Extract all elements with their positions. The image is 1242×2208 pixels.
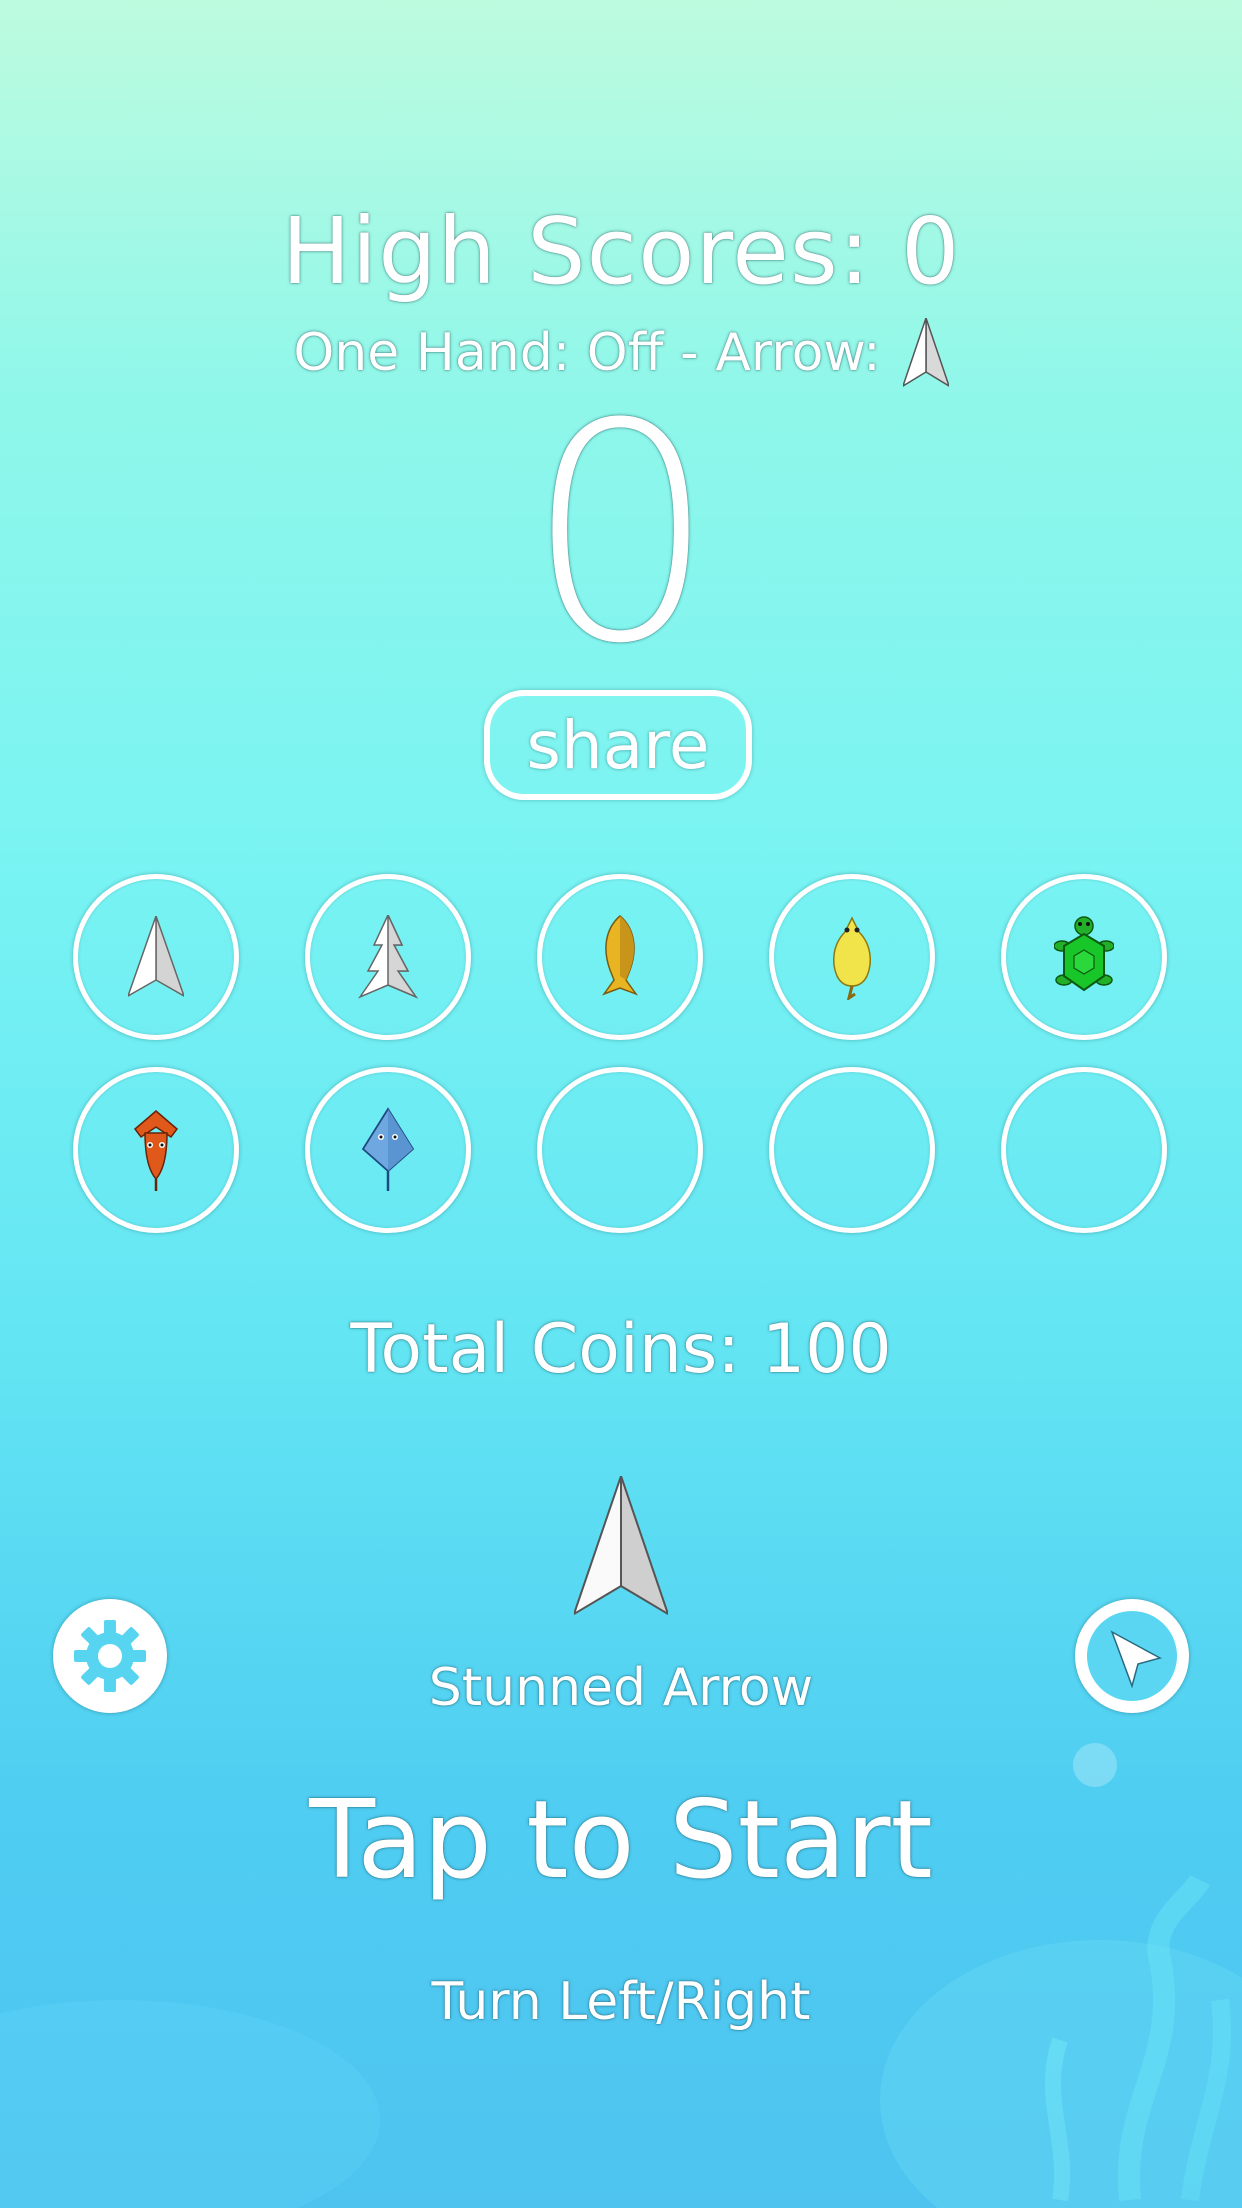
yellow-chick-icon bbox=[832, 916, 872, 1000]
current-score: 0 bbox=[525, 360, 717, 709]
character-slot-yellow-chick[interactable] bbox=[769, 874, 935, 1040]
character-slot-empty[interactable] bbox=[1001, 1067, 1167, 1233]
pointer-mode-button[interactable] bbox=[1075, 1599, 1189, 1713]
selected-arrow-icon bbox=[574, 1476, 668, 1616]
selected-character-name: Stunned Arrow bbox=[428, 1658, 814, 1718]
total-coins-label: Total Coins: 100 bbox=[350, 1310, 892, 1389]
share-button[interactable]: share bbox=[484, 690, 752, 800]
character-slot-empty[interactable] bbox=[769, 1067, 935, 1233]
character-slot-empty[interactable] bbox=[537, 1067, 703, 1233]
character-slot-blue-stingray[interactable] bbox=[305, 1067, 471, 1233]
character-slot-pine-arrow[interactable] bbox=[305, 874, 471, 1040]
character-slot-green-turtle[interactable] bbox=[1001, 874, 1167, 1040]
pine-arrow-icon bbox=[358, 915, 418, 999]
blue-stingray-icon bbox=[361, 1107, 415, 1191]
gold-fish-icon bbox=[601, 915, 639, 996]
character-slot-gold-fish[interactable] bbox=[537, 874, 703, 1040]
arrow-icon bbox=[902, 318, 949, 387]
high-scores-label: High Scores: 0 bbox=[281, 198, 961, 305]
green-turtle-icon bbox=[1054, 916, 1114, 992]
character-slot-white-arrow[interactable] bbox=[73, 874, 239, 1040]
white-arrow-icon bbox=[128, 916, 184, 997]
character-slot-orange-squid[interactable] bbox=[73, 1067, 239, 1233]
settings-button[interactable] bbox=[53, 1599, 167, 1713]
orange-squid-icon bbox=[133, 1110, 179, 1191]
tap-to-start-label[interactable]: Tap to Start bbox=[0, 1778, 1242, 1903]
gear-icon bbox=[74, 1620, 146, 1692]
controls-hint: Turn Left/Right bbox=[431, 1972, 811, 2032]
pointer-icon bbox=[1087, 1611, 1177, 1701]
